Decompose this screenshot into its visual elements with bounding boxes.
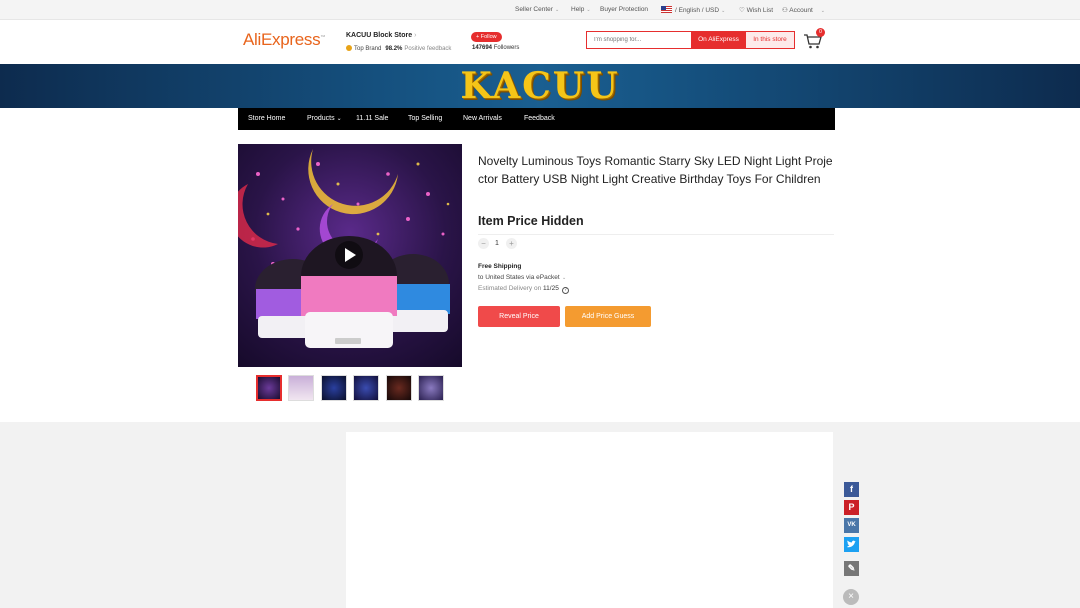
seller-center-link[interactable]: Seller Center ⌄ xyxy=(515,6,559,13)
store-nav: Store Home Products ⌄ 11.11 Sale Top Sel… xyxy=(0,108,1080,130)
add-price-guess-button[interactable]: Add Price Guess xyxy=(565,306,651,327)
nav-feedback[interactable]: Feedback xyxy=(524,108,555,130)
shipping-method-selector[interactable]: to United States via ePacket ⌄ xyxy=(478,274,566,281)
store-header: AliExpress™ KACUU Block Store › Top Brand… xyxy=(0,20,1080,64)
nav-top-selling[interactable]: Top Selling xyxy=(408,108,442,130)
quantity-value[interactable]: 1 xyxy=(495,240,499,247)
aliexpress-logo[interactable]: AliExpress™ xyxy=(243,30,325,50)
nav-products[interactable]: Products ⌄ xyxy=(307,108,342,130)
facebook-share-icon[interactable]: f xyxy=(844,482,859,497)
store-banner-logo: KACUU xyxy=(460,65,620,107)
product-main-image[interactable] xyxy=(238,144,462,367)
product-price: Item Price Hidden xyxy=(478,214,584,228)
thumbnail-image[interactable] xyxy=(321,375,347,401)
thumbnail-image[interactable] xyxy=(288,375,314,401)
nav-new-arrivals[interactable]: New Arrivals xyxy=(463,108,502,130)
help-icon[interactable]: ? xyxy=(561,287,569,294)
quantity-decrease-button[interactable]: − xyxy=(478,238,489,249)
nav-store-home[interactable]: Store Home xyxy=(248,108,285,130)
product-title: Novelty Luminous Toys Romantic Starry Sk… xyxy=(478,154,833,186)
quantity-increase-button[interactable]: + xyxy=(506,238,517,249)
heart-icon: ♡ xyxy=(739,7,745,14)
wish-list-link[interactable]: ♡ Wish List xyxy=(739,6,773,14)
pencil-icon[interactable]: ✎ xyxy=(844,561,859,576)
chevron-down-icon: ⌄ xyxy=(336,116,342,122)
followers-count: 147694 Followers xyxy=(472,45,520,51)
thumbnail-image[interactable] xyxy=(256,375,282,401)
vk-share-icon[interactable]: VK xyxy=(844,518,859,533)
search-bar: On AliExpress In this store xyxy=(586,31,795,49)
top-utility-bar: Seller Center ⌄ Help ⌄ Buyer Protection / … xyxy=(0,0,1080,20)
reveal-price-button[interactable]: Reveal Price xyxy=(478,306,560,327)
close-icon[interactable]: × xyxy=(843,589,859,605)
twitter-share-icon[interactable] xyxy=(844,537,859,552)
thumbnail-image[interactable] xyxy=(418,375,444,401)
search-aliexpress-button[interactable]: On AliExpress xyxy=(691,32,746,48)
search-input[interactable] xyxy=(587,32,691,48)
store-banner: KACUU xyxy=(0,64,1080,108)
search-store-button[interactable]: In this store xyxy=(746,32,794,48)
thumbnail-image[interactable] xyxy=(353,375,379,401)
store-name[interactable]: KACUU Block Store › xyxy=(346,32,416,39)
product-details-panel xyxy=(346,432,833,608)
medal-icon xyxy=(346,45,352,51)
account-link[interactable]: ⚇ Account ⌄ xyxy=(782,6,825,14)
cart-count-badge: 0 xyxy=(816,28,825,37)
pinterest-share-icon[interactable]: P xyxy=(844,500,859,515)
estimated-delivery: Estimated Delivery on 11/25? xyxy=(478,285,569,294)
thumbnail-image[interactable] xyxy=(386,375,412,401)
us-flag-icon xyxy=(661,6,672,13)
divider xyxy=(478,234,834,235)
shipping-title: Free Shipping xyxy=(478,263,522,270)
language-currency-selector[interactable]: / English / USD ⌄ xyxy=(661,6,725,14)
store-meta: Top Brand 98.2% Positive feedback xyxy=(346,45,451,52)
nav-sale[interactable]: 11.11 Sale xyxy=(356,108,388,130)
buyer-protection-link[interactable]: Buyer Protection xyxy=(600,6,648,13)
help-link[interactable]: Help ⌄ xyxy=(571,6,591,13)
user-icon: ⚇ xyxy=(782,7,788,14)
follow-button[interactable]: + Follow xyxy=(471,32,502,42)
